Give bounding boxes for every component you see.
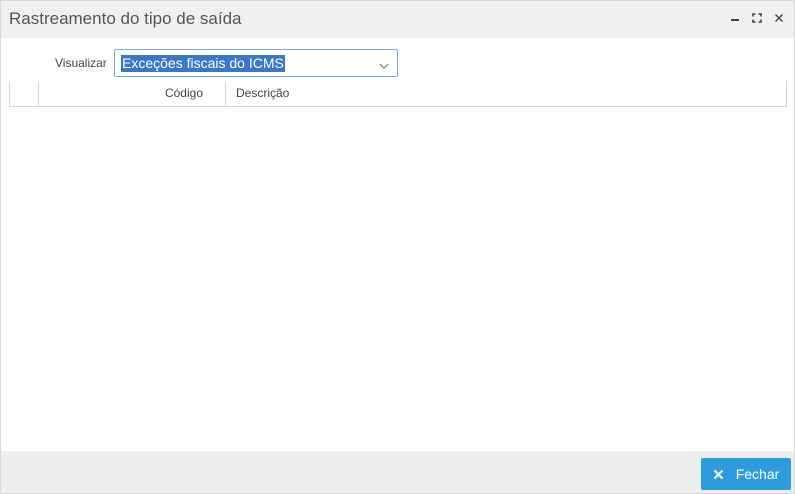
column-header-codigo[interactable]: Código <box>39 81 226 106</box>
visualizar-label: Visualizar <box>55 56 107 70</box>
grid-body[interactable] <box>9 107 787 447</box>
close-button[interactable]: Fechar <box>701 458 791 490</box>
grid-header: Código Descrição <box>9 81 787 107</box>
dialog-footer: Fechar <box>1 451 794 493</box>
dialog-title: Rastreamento do tipo de saída <box>9 9 242 28</box>
tracking-dialog: Rastreamento do tipo de saída Visualizar… <box>0 0 795 494</box>
chevron-down-icon[interactable] <box>379 58 389 69</box>
column-header-select[interactable] <box>10 81 39 106</box>
maximize-icon[interactable] <box>749 10 765 26</box>
x-icon <box>713 469 723 479</box>
minimize-icon[interactable] <box>727 10 743 26</box>
close-button-label: Fechar <box>735 466 780 482</box>
visualizar-selected-value: Exceções fiscais do ICMS <box>121 55 285 72</box>
visualizar-select[interactable]: Exceções fiscais do ICMS <box>114 49 398 77</box>
close-icon[interactable] <box>771 10 787 26</box>
column-header-descricao[interactable]: Descrição <box>226 81 786 106</box>
title-bar[interactable]: Rastreamento do tipo de saída <box>1 1 794 38</box>
